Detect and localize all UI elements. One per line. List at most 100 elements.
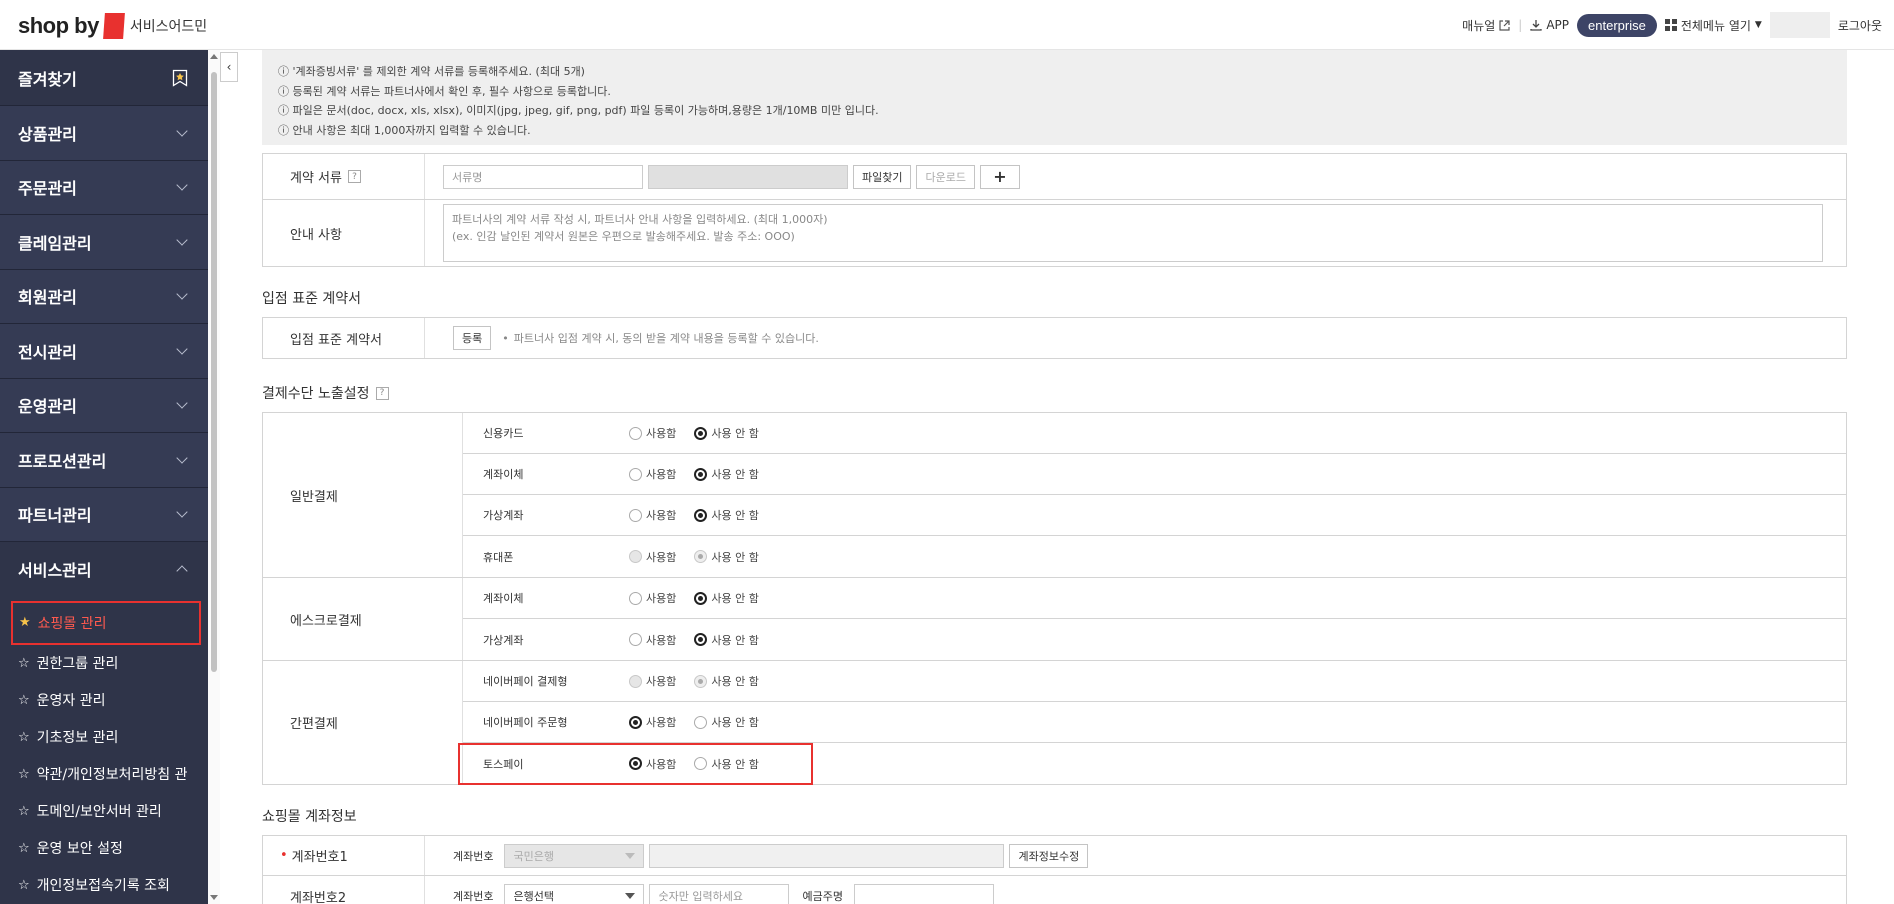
payment-row: 가상계좌 사용함 사용 안 함	[463, 495, 1846, 536]
logout-link[interactable]: 로그아웃	[1838, 17, 1882, 34]
sub-item-terms[interactable]: ☆ 약관/개인정보처리방침 관	[0, 756, 208, 793]
doc-name-input[interactable]: 서류명	[443, 164, 643, 189]
help-icon[interactable]: ?	[375, 386, 389, 400]
radio-off-icon[interactable]	[629, 426, 642, 440]
bookmark-star-icon[interactable]	[172, 69, 188, 87]
use-radio: 사용함	[629, 673, 676, 689]
sidebar-collapse-button[interactable]: ‹	[220, 52, 238, 82]
radio-on-icon[interactable]	[694, 426, 708, 440]
guide-label: 안내 사항	[263, 200, 425, 266]
payment-table: 일반결제 신용카드 사용함 사용 안 함 계좌이체 사용함 사용 안 함 가상계…	[262, 412, 1847, 785]
nav-service[interactable]: 서비스관리	[0, 542, 208, 597]
nouse-radio[interactable]: 사용 안 함	[694, 425, 759, 441]
nouse-radio[interactable]: 사용 안 함	[694, 632, 759, 648]
caret-down-icon: ▼	[1754, 20, 1762, 30]
use-radio[interactable]: 사용함	[629, 756, 676, 772]
sub-item-label: 운영자 관리	[36, 693, 106, 709]
register-button[interactable]: 등록	[453, 326, 492, 350]
nav-claim[interactable]: 클레임관리	[0, 215, 208, 270]
scroll-up-icon[interactable]	[210, 54, 218, 59]
payment-name: 네이버페이 결제형	[483, 675, 568, 688]
star-outline-icon[interactable]: ☆	[18, 841, 30, 856]
radio-off-icon[interactable]	[629, 467, 642, 481]
sub-item-security[interactable]: ☆ 운영 보안 설정	[0, 830, 208, 867]
download-button[interactable]: 다운로드	[916, 164, 975, 189]
add-doc-button[interactable]: +	[979, 164, 1020, 189]
notice-line: ⓘ 파일은 문서(doc, docx, xls, xlsx), 이미지(jpg,…	[278, 104, 879, 117]
sub-item-basic-info[interactable]: ☆ 기초정보 관리	[0, 719, 208, 756]
nouse-radio[interactable]: 사용 안 함	[694, 756, 759, 772]
chevron-up-icon	[176, 565, 188, 577]
nav-member[interactable]: 회원관리	[0, 269, 208, 324]
radio-off-icon[interactable]	[629, 633, 642, 646]
nouse-radio[interactable]: 사용 안 함	[694, 466, 759, 482]
nouse-radio[interactable]: 사용 안 함	[694, 507, 759, 523]
nav-product[interactable]: 상품관리	[0, 106, 208, 161]
sub-item-mall-manage[interactable]: ★ 쇼핑몰 관리	[11, 600, 201, 645]
all-menu-label: 전체메뉴 열기	[1680, 18, 1751, 33]
use-radio[interactable]: 사용함	[629, 466, 676, 482]
scrollbar-thumb[interactable]	[211, 72, 217, 672]
use-radio[interactable]: 사용함	[629, 507, 676, 523]
star-outline-icon[interactable]: ☆	[18, 693, 30, 708]
nav-order[interactable]: 주문관리	[0, 160, 208, 215]
star-outline-icon[interactable]: ☆	[18, 878, 30, 893]
star-outline-icon[interactable]: ☆	[18, 804, 30, 819]
logo[interactable]: shop by 서비스어드민	[18, 12, 207, 40]
nouse-radio[interactable]: 사용 안 함	[694, 714, 759, 730]
star-outline-icon[interactable]: ☆	[18, 730, 30, 745]
radio-on-icon[interactable]	[694, 467, 708, 481]
nav-promotion[interactable]: 프로모션관리	[0, 433, 208, 488]
radio-off-icon[interactable]	[694, 757, 708, 770]
manual-link[interactable]: 매뉴얼	[1462, 17, 1510, 34]
use-radio[interactable]: 사용함	[629, 714, 676, 730]
contract-doc-label: 계약 서류?	[263, 154, 425, 199]
radio-off-icon[interactable]	[629, 591, 642, 605]
user-name-box	[1769, 12, 1830, 38]
help-icon[interactable]: ?	[347, 170, 361, 183]
use-label: 사용함	[646, 427, 677, 440]
sidebar-scrollbar[interactable]	[208, 50, 220, 904]
nav-partner[interactable]: 파트너관리	[0, 487, 208, 542]
edit-account-button[interactable]: 계좌정보수정	[1009, 843, 1089, 868]
guide-textarea[interactable]: 파트너사의 계약 서류 작성 시, 파트너사 안내 사항을 입력하세요. (최대…	[443, 204, 1823, 262]
radio-on-icon[interactable]	[694, 591, 708, 605]
bank-select[interactable]: 은행선택	[504, 884, 645, 904]
nav-display[interactable]: 전시관리	[0, 324, 208, 379]
nouse-radio[interactable]: 사용 안 함	[694, 590, 759, 606]
sub-item-operator[interactable]: ☆ 운영자 관리	[0, 682, 208, 719]
radio-off-icon[interactable]	[629, 508, 642, 522]
star-filled-icon[interactable]: ★	[19, 615, 31, 630]
radio-on-icon[interactable]	[629, 715, 642, 729]
payment-group-general: 일반결제 신용카드 사용함 사용 안 함 계좌이체 사용함 사용 안 함 가상계…	[263, 413, 1846, 578]
radio-on-icon[interactable]	[694, 633, 708, 646]
radio-on-icon[interactable]	[694, 508, 708, 522]
account-table: • 계좌번호1 계좌번호 국민은행 계좌정보수정 계좌번호2 계좌번호 은행선택 …	[262, 835, 1847, 904]
sub-item-label: 개인정보접속기록 조회	[36, 878, 170, 894]
holder-input[interactable]	[853, 884, 994, 904]
all-menu-button[interactable]: 전체메뉴 열기 ▼	[1664, 17, 1762, 34]
find-file-button[interactable]: 파일찾기	[853, 164, 912, 189]
use-radio[interactable]: 사용함	[629, 425, 676, 441]
sub-item-domain[interactable]: ☆ 도메인/보안서버 관리	[0, 793, 208, 830]
favorites-item[interactable]: 즐겨찾기	[0, 50, 208, 106]
notice-line: ⓘ 등록된 계약 서류는 파트너사에서 확인 후, 필수 사항으로 등록합니다.	[278, 84, 611, 98]
sub-item-access-log[interactable]: ☆ 개인정보접속기록 조회	[0, 867, 208, 904]
radio-on-icon[interactable]	[629, 757, 642, 770]
sub-item-auth-group[interactable]: ☆ 권한그룹 관리	[0, 645, 208, 682]
scroll-down-icon[interactable]	[210, 895, 218, 900]
nav-label: 상품관리	[18, 124, 77, 144]
nav-label: 운영관리	[18, 397, 77, 417]
radio-off-icon[interactable]	[694, 715, 708, 729]
payment-name: 가상계좌	[483, 633, 524, 647]
star-outline-icon[interactable]: ☆	[18, 656, 30, 671]
logo-subtitle: 서비스어드민	[129, 19, 208, 35]
account-number-field	[649, 843, 1005, 868]
use-radio[interactable]: 사용함	[629, 590, 676, 606]
use-radio[interactable]: 사용함	[629, 632, 676, 648]
nav-label: 파트너관리	[18, 506, 92, 526]
app-download-link[interactable]: APP	[1530, 18, 1569, 32]
account-number-input[interactable]: 숫자만 입력하세요	[649, 884, 790, 904]
star-outline-icon[interactable]: ☆	[18, 767, 30, 782]
nav-operation[interactable]: 운영관리	[0, 378, 208, 433]
